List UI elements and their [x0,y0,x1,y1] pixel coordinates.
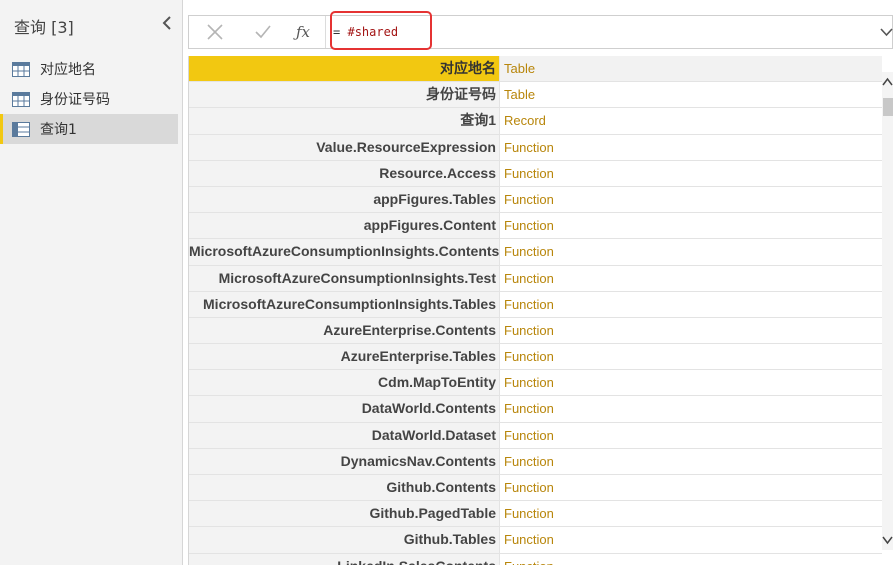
grid-row[interactable]: 对应地名 Table [189,56,882,83]
grid-row[interactable]: Cdm.MapToEntity Function [189,370,882,397]
grid-row[interactable]: Value.ResourceExpression Function [189,134,882,161]
fx-icon: ƒx [295,23,310,41]
scrollbar-thumb[interactable] [883,98,893,116]
query-list: 对应地名 身份证号码 查询1 [0,54,183,144]
row-name-cell[interactable]: MicrosoftAzureConsumptionInsights.Test [189,265,500,291]
chevron-left-icon [162,16,171,30]
grid-row[interactable]: appFigures.Content Function [189,213,882,240]
grid-row[interactable]: AzureEnterprise.Contents Function [189,317,882,345]
query-item-label: 查询1 [40,122,77,138]
formula-input[interactable]: = #shared [333,16,398,48]
row-value-link[interactable]: Function [500,423,882,448]
row-name-cell[interactable]: DynamicsNav.Contents [189,448,500,474]
table-icon [12,61,30,77]
row-name-cell[interactable]: Github.PagedTable [189,501,500,527]
results-grid: 对应地名 Table 身份证号码 Table 查询1 Record Value.Resour… [188,56,882,565]
formula-equals: = [333,25,341,39]
row-value-link[interactable]: Function [500,161,882,186]
row-name-cell[interactable]: AzureEnterprise.Contents [189,317,500,344]
row-value-link[interactable]: Function [500,501,882,526]
row-name-cell[interactable]: Value.ResourceExpression [189,134,500,160]
grid-row[interactable]: MicrosoftAzureConsumptionInsights.Tables… [189,291,882,318]
grid-row[interactable]: Github.PagedTable Function [189,501,882,528]
row-value-link[interactable]: Function [500,527,882,552]
row-name-cell[interactable]: Github.Contents [189,475,500,501]
row-value-link[interactable]: Function [500,239,882,264]
table-icon [12,91,30,107]
grid-row[interactable]: appFigures.Tables Function [189,186,882,214]
row-value-link[interactable]: Function [500,449,882,474]
formula-expression: #shared [347,25,399,39]
insert-function-button[interactable]: ƒx [285,16,321,48]
row-value-link[interactable]: Function [500,370,882,395]
scroll-up-button[interactable] [882,74,893,88]
row-value-link[interactable]: Function [500,135,882,160]
queries-pane: 查询 [3] 对应地名 身份证号码 查询1 [0,0,183,565]
row-name-cell[interactable]: Resource.Access [189,160,500,186]
row-value-link[interactable]: Record [500,108,882,133]
row-value-link[interactable]: Function [500,554,882,565]
row-name-cell[interactable]: DataWorld.Contents [189,396,500,422]
row-value-link[interactable]: Function [500,187,882,212]
close-icon [207,24,223,40]
row-value-link[interactable]: Function [500,266,882,291]
collapse-pane-button[interactable] [158,14,176,36]
grid-row[interactable]: AzureEnterprise.Tables Function [189,344,882,371]
grid-row[interactable]: MicrosoftAzureConsumptionInsights.Conten… [189,239,882,266]
chevron-down-icon [882,536,893,545]
row-value-link[interactable]: Function [500,213,882,238]
row-name-cell[interactable]: 对应地名 [189,56,500,82]
grid-row[interactable]: DataWorld.Contents Function [189,396,882,423]
cancel-formula-button[interactable] [197,16,233,48]
chevron-up-icon [882,77,893,86]
row-name-cell[interactable]: 查询1 [189,108,500,134]
grid-row[interactable]: LinkedIn.SalesContentsFunction [189,553,882,565]
formula-bar-divider [325,16,326,48]
checkmark-icon [255,25,271,39]
row-value-link[interactable]: Table [500,82,882,107]
grid-row[interactable]: Github.Contents Function [189,475,882,502]
scroll-down-button[interactable] [882,532,893,546]
query-item-1[interactable]: 身份证号码 [0,84,178,114]
row-name-cell[interactable]: Cdm.MapToEntity [189,370,500,396]
row-value-link[interactable]: Function [500,344,882,369]
row-name-cell[interactable]: DataWorld.Dataset [189,422,500,448]
row-name-cell[interactable]: appFigures.Tables [189,186,500,213]
row-value-link[interactable]: Function [500,475,882,500]
query-item-2[interactable]: 查询1 [0,114,178,144]
row-name-cell[interactable]: MicrosoftAzureConsumptionInsights.Conten… [189,239,500,265]
expand-formula-button[interactable] [880,22,893,42]
row-name-cell[interactable]: MicrosoftAzureConsumptionInsights.Tables [189,291,500,317]
query-item-0[interactable]: 对应地名 [0,54,178,84]
record-icon [12,121,30,137]
formula-bar: ƒx = #shared [188,15,893,49]
row-name-cell[interactable]: Github.Tables [189,527,500,553]
row-value-link[interactable]: Function [500,292,882,317]
grid-row[interactable]: Github.Tables Function [189,527,882,554]
query-item-label: 对应地名 [40,62,96,78]
grid-row[interactable]: Resource.Access Function [189,160,882,187]
row-name-cell[interactable]: appFigures.Content [189,213,500,239]
row-value-link[interactable]: Function [500,318,882,343]
row-value-link[interactable]: Function [500,396,882,421]
row-name-cell[interactable]: LinkedIn.SalesContents [189,553,500,565]
commit-formula-button[interactable] [245,16,281,48]
grid-row[interactable]: 身份证号码 Table [189,82,882,109]
query-item-label: 身份证号码 [40,92,110,108]
chevron-down-icon [880,28,893,37]
grid-row[interactable]: DynamicsNav.Contents Function [189,448,882,475]
row-value-link[interactable]: Table [500,56,882,82]
queries-title: 查询 [3] [14,18,74,37]
row-name-cell[interactable]: 身份证号码 [189,82,500,108]
grid-row[interactable]: 查询1 Record [189,108,882,135]
vertical-scrollbar[interactable] [882,72,893,550]
row-name-cell[interactable]: AzureEnterprise.Tables [189,344,500,370]
grid-row[interactable]: DataWorld.Dataset Function [189,422,882,449]
grid-row[interactable]: MicrosoftAzureConsumptionInsights.Test Fu… [189,265,882,292]
